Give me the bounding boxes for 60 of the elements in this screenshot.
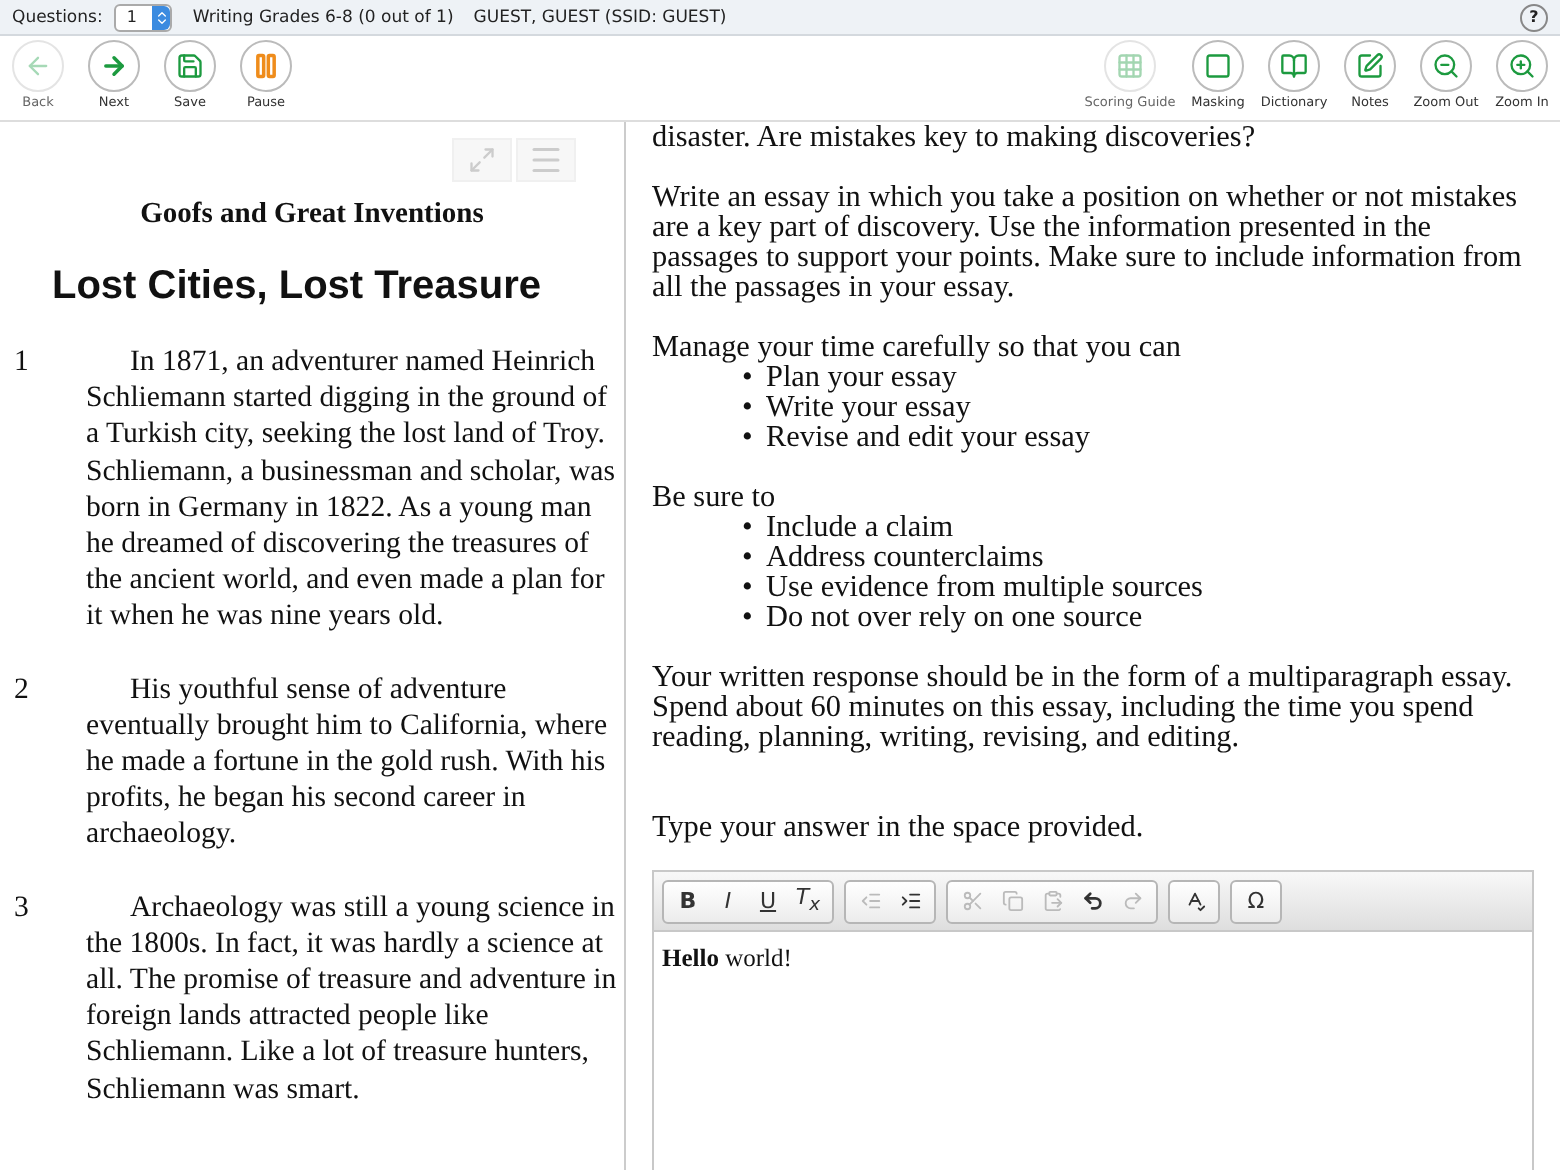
redo-arrow-icon [1121, 890, 1143, 912]
list-item: Revise and edit your essay [766, 422, 1090, 452]
spinner-icon [153, 9, 170, 25]
zoom-out-icon [1432, 52, 1460, 80]
expand-button[interactable] [452, 138, 512, 182]
indent-icon [899, 890, 921, 912]
bullet: • [742, 602, 755, 632]
square-frame-icon [1204, 52, 1232, 80]
questions-label: Questions: [12, 7, 103, 27]
bullet: • [742, 362, 755, 392]
answer-box[interactable]: Hello world! [654, 932, 1532, 1170]
special-character-button[interactable]: Ω [1236, 883, 1276, 919]
list-item: Use evidence from multiple sources [766, 572, 1203, 602]
copy-icon [1001, 890, 1023, 912]
question-select[interactable]: 1 [114, 3, 173, 31]
passage-title: Lost Cities, Lost Treasure [52, 264, 544, 310]
list-item: Include a claim [766, 512, 954, 542]
prompt-text: Your written response should be in the form of a multiparagraph essay. Spend about 60 minutes on this essay, including the time you spend reading, planning, writing, revising, and editing. [652, 662, 1515, 752]
student-name: GUEST, GUEST (SSID: GUEST) [473, 7, 727, 27]
expand-icon [468, 146, 496, 174]
prompt-text: Be sure to [652, 482, 778, 512]
undo-arrow-icon [1081, 890, 1103, 912]
help-button[interactable]: ? [1520, 3, 1548, 31]
underline-button[interactable]: U [748, 883, 788, 919]
paragraph-number: 2 [12, 671, 31, 708]
bullet: • [742, 572, 755, 602]
outdent-icon [859, 890, 881, 912]
italic-button[interactable]: I [708, 883, 748, 919]
passage-paragraph: In 1871, an adventurer named Heinrich Schliemann started digging in the ground of a Turkish city, seeking the lost land of Troy. Schliemann, a businessman and scholar, was born in Germany in 1822. As a young man he dreamed of discovering the treasures of the ancient world, and even made a plan for it when he was nine years old. [86, 344, 617, 636]
list-item: Address counterclaims [766, 542, 1044, 572]
list-item: Do not over rely on one source [766, 602, 1143, 632]
pencil-square-icon [1356, 52, 1384, 80]
bullet: • [742, 392, 755, 422]
pause-icon [252, 52, 280, 80]
menu-button[interactable] [516, 138, 576, 182]
prompt-text: Write an essay in which you take a position on whether or not mistakes are a key part of discovery. Use the information presented in the passages to support your points. Make sure to include information from all the passages in your essay. [652, 182, 1524, 302]
passage-subtitle: Goofs and Great Inventions [138, 198, 486, 232]
bold-button[interactable]: B [668, 883, 708, 919]
list-item: Plan your essay [766, 362, 957, 392]
prompt-text: Manage your time carefully so that you can [652, 332, 1183, 362]
passage-paragraph: Archaeology was still a young science in the 1800s. In fact, it was hardly a science at all. The promise of treasure and adventure in foreign lands attracted people like Schliemann. Like a lot of treasure hunters, Schliemann was smart. [86, 889, 619, 1108]
passage-paragraph: His youthful sense of adventure eventually brought him to California, where he made a fortune in the gold rush. With his profits, he began his second career in archaeology. [86, 671, 610, 854]
clipboard-icon [1041, 890, 1063, 912]
open-book-icon [1280, 52, 1308, 80]
clear-format-button[interactable]: T$_{x}$ [788, 883, 828, 919]
paragraph-number: 1 [12, 344, 31, 381]
answer-instruction: Type your answer in the space provided. [652, 812, 1146, 842]
list-item: Write your essay [766, 392, 971, 422]
scissors-icon [961, 890, 983, 912]
prompt-text: disaster. Are mistakes key to making discoveries? [652, 122, 1258, 152]
bullet: • [742, 512, 755, 542]
zoom-in-icon [1508, 52, 1536, 80]
grid-icon [1116, 52, 1144, 80]
test-title: Writing Grades 6-8 (0 out of 1) [192, 7, 454, 27]
spellcheck-icon [1183, 890, 1205, 912]
forward-arrow-icon [100, 52, 128, 80]
bullet: • [742, 542, 755, 572]
bullet: • [742, 422, 755, 452]
menu-icon [528, 142, 564, 178]
paragraph-number: 3 [12, 889, 31, 926]
